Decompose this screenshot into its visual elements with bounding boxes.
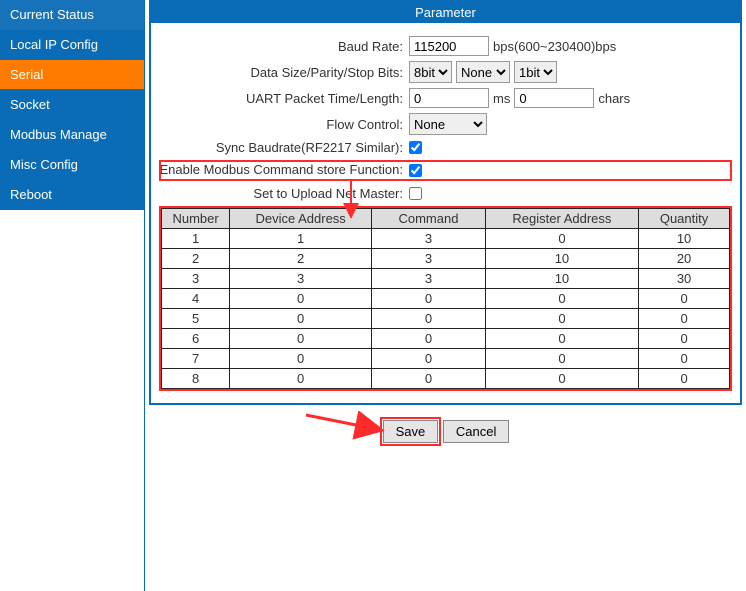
panel-title: Parameter [151,2,740,23]
table-header: Quantity [639,208,730,228]
baud-rate-label: Baud Rate: [159,39,409,54]
table-cell: 0 [372,348,486,368]
baud-rate-suffix: bps(600~230400)bps [493,39,616,54]
table-row: 60000 [162,328,730,348]
button-bar: Save Cancel [149,419,742,444]
table-cell: 0 [485,228,638,248]
table-cell: 3 [372,228,486,248]
table-cell: 0 [639,288,730,308]
uart-packet-label: UART Packet Time/Length: [159,91,409,106]
table-cell: 5 [162,308,230,328]
sidebar-item-local-ip-config[interactable]: Local IP Config [0,30,144,60]
parameter-panel: Parameter Baud Rate: bps(600~230400)bps … [149,0,742,405]
table-cell: 0 [485,308,638,328]
table-cell: 0 [485,348,638,368]
table-cell: 20 [639,248,730,268]
uart-length-unit: chars [598,91,630,106]
table-cell: 0 [485,288,638,308]
uart-length-input[interactable] [514,88,594,108]
arrow-annotation-icon [302,411,392,441]
table-cell: 10 [485,268,638,288]
sync-baud-label: Sync Baudrate(RF2217 Similar): [159,140,409,155]
table-cell: 3 [372,268,486,288]
flow-control-select[interactable]: None [409,113,487,135]
stop-bits-select[interactable]: 1bit [514,61,557,83]
table-cell: 0 [485,328,638,348]
table-cell: 4 [162,288,230,308]
table-row: 2231020 [162,248,730,268]
parity-select[interactable]: None [456,61,510,83]
uart-time-unit: ms [493,91,510,106]
table-cell: 10 [639,228,730,248]
table-cell: 1 [230,228,372,248]
upload-master-label: Set to Upload Net Master: [159,186,409,201]
table-cell: 0 [372,288,486,308]
data-bits-label: Data Size/Parity/Stop Bits: [159,65,409,80]
table-cell: 0 [230,328,372,348]
sidebar: Current StatusLocal IP ConfigSerialSocke… [0,0,145,591]
data-size-select[interactable]: 8bit [409,61,452,83]
table-cell: 0 [639,308,730,328]
modbus-table-wrap: NumberDevice AddressCommandRegister Addr… [159,206,732,391]
table-cell: 1 [162,228,230,248]
table-cell: 7 [162,348,230,368]
sync-baud-checkbox[interactable] [409,141,422,154]
modbus-table: NumberDevice AddressCommandRegister Addr… [161,208,730,389]
table-cell: 0 [230,348,372,368]
sidebar-item-reboot[interactable]: Reboot [0,180,144,210]
table-row: 80000 [162,368,730,388]
content-area: Parameter Baud Rate: bps(600~230400)bps … [145,0,746,591]
table-cell: 8 [162,368,230,388]
table-cell: 0 [372,308,486,328]
enable-modbus-checkbox[interactable] [409,164,422,177]
sidebar-item-current-status[interactable]: Current Status [0,0,144,30]
table-cell: 2 [162,248,230,268]
table-cell: 0 [372,328,486,348]
table-header: Command [372,208,486,228]
sidebar-item-modbus-manage[interactable]: Modbus Manage [0,120,144,150]
enable-modbus-label: Enable Modbus Command store Function: [159,163,409,178]
table-cell: 30 [639,268,730,288]
table-header: Number [162,208,230,228]
baud-rate-input[interactable] [409,36,489,56]
table-row: 50000 [162,308,730,328]
table-cell: 0 [639,348,730,368]
table-cell: 2 [230,248,372,268]
table-cell: 0 [230,308,372,328]
uart-time-input[interactable] [409,88,489,108]
table-cell: 0 [639,368,730,388]
table-row: 40000 [162,288,730,308]
table-cell: 0 [485,368,638,388]
table-row: 70000 [162,348,730,368]
table-cell: 0 [230,368,372,388]
table-cell: 3 [162,268,230,288]
table-cell: 10 [485,248,638,268]
sidebar-item-serial[interactable]: Serial [0,60,144,90]
sidebar-item-socket[interactable]: Socket [0,90,144,120]
save-button[interactable]: Save [383,420,439,443]
sidebar-item-misc-config[interactable]: Misc Config [0,150,144,180]
table-cell: 0 [372,368,486,388]
table-cell: 0 [230,288,372,308]
flow-control-label: Flow Control: [159,117,409,132]
table-cell: 0 [639,328,730,348]
table-header: Register Address [485,208,638,228]
table-row: 3331030 [162,268,730,288]
table-cell: 6 [162,328,230,348]
table-row: 113010 [162,228,730,248]
table-cell: 3 [230,268,372,288]
upload-master-checkbox[interactable] [409,187,422,200]
table-header: Device Address [230,208,372,228]
cancel-button[interactable]: Cancel [443,420,509,443]
table-cell: 3 [372,248,486,268]
